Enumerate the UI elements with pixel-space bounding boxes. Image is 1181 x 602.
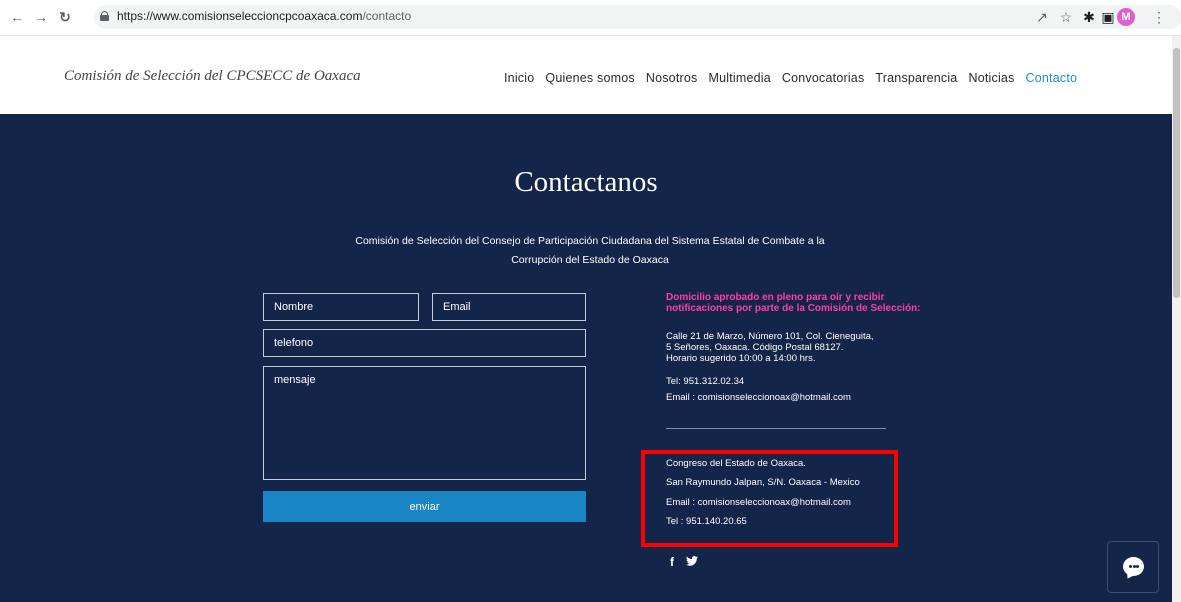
congress-email: Email : comisionseleccionoax@hotmail.com <box>666 497 851 508</box>
page-subtitle: Comisión de Selección del Consejo de Par… <box>330 232 850 270</box>
page-scrollbar[interactable] <box>1172 36 1181 602</box>
contact-tel: Tel: 951.312.02.34 <box>666 376 745 387</box>
congress-address: San Raymundo Jalpan, S/N. Oaxaca - Mexic… <box>666 477 860 488</box>
congress-tel: Tel : 951.140.20.65 <box>666 516 747 527</box>
contact-email: Email : comisionseleccionoax@hotmail.com <box>666 392 851 403</box>
reload-icon[interactable]: ↻ <box>56 8 74 26</box>
nav-multimedia[interactable]: Multimedia <box>708 71 770 85</box>
address-line-2: 5 Señores, Oaxaca. Código Postal 68127. <box>666 342 844 353</box>
nav-inicio[interactable]: Inicio <box>504 71 534 85</box>
extensions-icon[interactable]: ✱ <box>1080 8 1098 26</box>
notice-text: Domicilio aprobado en pleno para oír y r… <box>666 292 956 314</box>
contact-section: Contactanos Comisión de Selección del Co… <box>0 114 1172 602</box>
name-field[interactable] <box>263 293 419 321</box>
scroll-thumb[interactable] <box>1173 48 1180 298</box>
nav-convocatorias[interactable]: Convocatorias <box>782 71 865 85</box>
share-icon[interactable]: ↗ <box>1033 8 1051 26</box>
site-title[interactable]: Comisión de Selección del CPCSECC de Oax… <box>64 68 361 85</box>
forward-icon[interactable]: → <box>32 8 50 26</box>
nav-contacto[interactable]: Contacto <box>1026 71 1078 85</box>
profile-avatar[interactable]: M <box>1117 8 1135 26</box>
phone-field[interactable] <box>263 329 586 357</box>
address-block: Calle 21 de Marzo, Número 101, Col. Cien… <box>666 331 874 364</box>
twitter-icon[interactable] <box>686 555 698 569</box>
url-text[interactable]: https://www.comisionseleccioncpcoaxaca.c… <box>117 9 411 23</box>
subtitle-line-1: Comisión de Selección del Consejo de Par… <box>355 235 825 247</box>
lock-icon[interactable] <box>100 11 109 21</box>
back-icon[interactable]: ← <box>8 8 26 26</box>
chat-button[interactable] <box>1107 541 1159 593</box>
facebook-icon[interactable]: f <box>670 555 674 569</box>
message-field[interactable] <box>263 366 586 480</box>
office-hours: Horario sugerido 10:00 a 14:00 hrs. <box>666 353 816 364</box>
sidebar-icon[interactable]: ▣ <box>1099 8 1117 26</box>
page-title: Contactanos <box>514 166 658 198</box>
nav-transparencia[interactable]: Transparencia <box>875 71 957 85</box>
congress-name: Congreso del Estado de Oaxaca. <box>666 458 806 469</box>
site-header: Comisión de Selección del CPCSECC de Oax… <box>0 36 1172 114</box>
nav-quienes-somos[interactable]: Quienes somos <box>545 71 634 85</box>
subtitle-line-2: Corrupción del Estado de Oaxaca <box>511 254 669 266</box>
main-nav: Inicio Quienes somos Nosotros Multimedia… <box>504 71 1088 85</box>
browser-toolbar: ← → ↻ https://www.comisionseleccioncpcoa… <box>0 0 1181 36</box>
nav-noticias[interactable]: Noticias <box>968 71 1014 85</box>
info-divider <box>666 428 886 429</box>
notice-line-2: notificaciones por parte de la Comisión … <box>666 303 921 314</box>
star-icon[interactable]: ☆ <box>1057 8 1075 26</box>
nav-nosotros[interactable]: Nosotros <box>646 71 698 85</box>
address-line-1: Calle 21 de Marzo, Número 101, Col. Cien… <box>666 331 874 342</box>
submit-button[interactable]: enviar <box>263 491 586 522</box>
menu-icon[interactable]: ⋮ <box>1150 8 1168 26</box>
notice-line-1: Domicilio aprobado en pleno para oír y r… <box>666 292 885 303</box>
email-field[interactable] <box>432 293 586 321</box>
